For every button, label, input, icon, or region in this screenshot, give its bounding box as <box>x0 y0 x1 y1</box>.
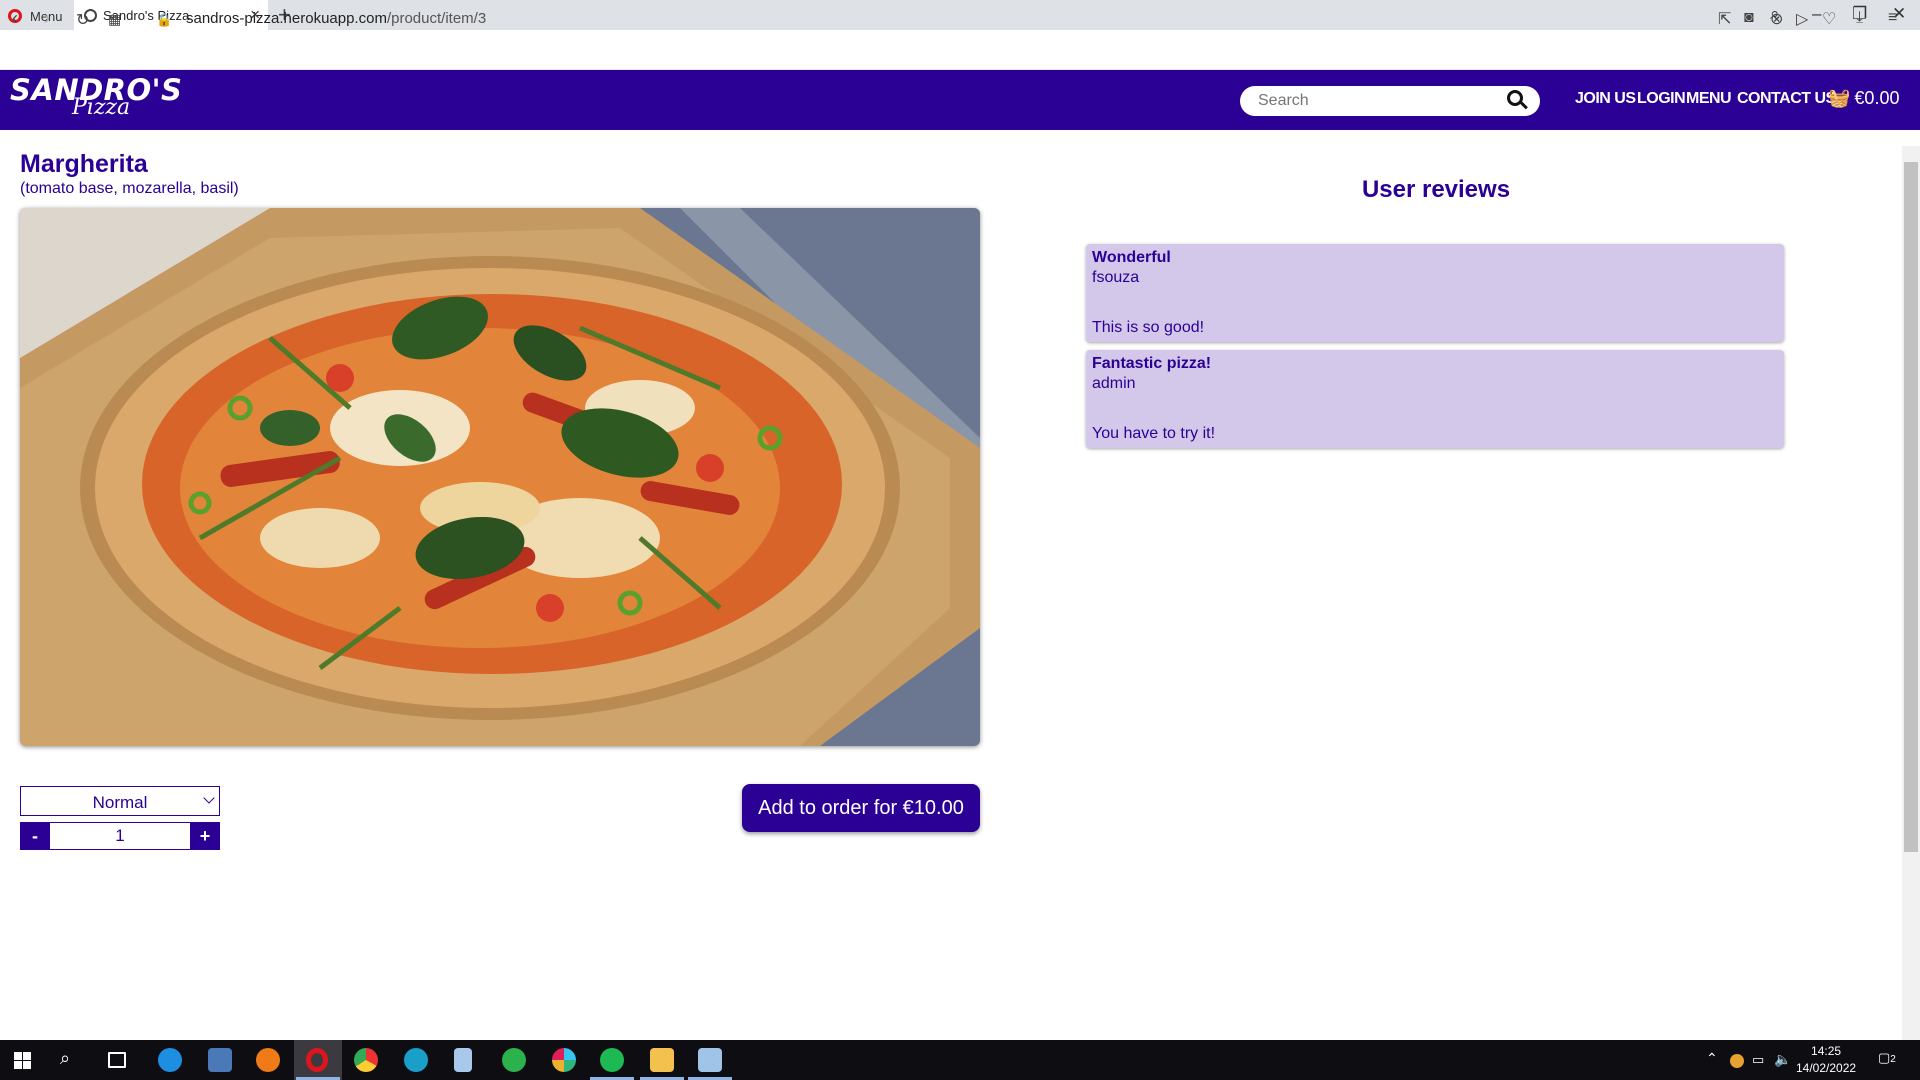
clock-date: 14/02/2022 <box>1796 1061 1857 1075</box>
app-icon[interactable] <box>208 1048 232 1072</box>
review-author: fsouza <box>1092 269 1140 286</box>
nav-join-us[interactable]: JOIN US <box>1575 90 1636 108</box>
spotify-icon[interactable] <box>600 1048 624 1072</box>
scrollbar-thumb[interactable] <box>1904 162 1918 852</box>
task-view-icon[interactable] <box>108 1052 126 1068</box>
size-select[interactable]: Normal <box>20 786 220 816</box>
product-description: (tomato base, mozarella, basil) <box>20 180 239 197</box>
send-icon[interactable]: ▷ <box>1796 9 1808 29</box>
tray-expand-icon[interactable]: ⌃ <box>1706 1050 1718 1074</box>
opera-icon[interactable] <box>306 1048 328 1072</box>
slack-icon[interactable] <box>552 1048 576 1072</box>
taskbar <box>0 1040 1920 1080</box>
search-input[interactable] <box>1240 86 1540 116</box>
product-title: Margherita <box>20 150 148 178</box>
firefox-icon[interactable] <box>256 1048 280 1072</box>
edge-icon[interactable] <box>404 1048 428 1072</box>
taskbar-clock[interactable]: 14:25 14/02/2022 <box>1796 1043 1856 1077</box>
whatsapp-icon[interactable] <box>502 1048 526 1072</box>
adblock-icon[interactable]: ⊗ <box>1770 9 1783 29</box>
pizza-image <box>20 208 980 746</box>
forward-icon[interactable]: › <box>44 8 50 29</box>
lock-icon: 🔒 <box>156 12 173 27</box>
notification-center-icon[interactable]: ▢2 <box>1878 1050 1896 1074</box>
site-logo[interactable]: SANDRO'S Pizza <box>10 75 182 119</box>
quantity-increase-button[interactable]: + <box>190 822 220 850</box>
url-host: sandros-pizza.herokuapp.com <box>186 10 387 27</box>
chrome-icon[interactable] <box>354 1048 378 1072</box>
volume-icon[interactable]: 🔈 <box>1774 1051 1791 1075</box>
back-icon[interactable]: ‹ <box>12 8 18 29</box>
file-explorer-icon[interactable] <box>650 1048 674 1072</box>
snapshot-icon[interactable]: ◙ <box>1744 9 1754 27</box>
bookmark-heart-icon[interactable]: ♡ <box>1822 9 1836 29</box>
nav-login[interactable]: LOGIN <box>1637 90 1686 108</box>
basket-icon: 🧺 <box>1828 88 1851 108</box>
reload-icon[interactable]: ↻ <box>76 10 89 30</box>
tray-app-icon[interactable] <box>1730 1054 1744 1068</box>
review-body: You have to try it! <box>1092 425 1216 442</box>
add-to-order-button[interactable]: Add to order for €10.00 <box>742 784 980 832</box>
cart-button[interactable]: 🧺 €0.00 <box>1828 88 1899 109</box>
cart-total: €0.00 <box>1854 88 1900 108</box>
review-title: Fantastic pizza! <box>1092 355 1212 372</box>
speed-dial-icon[interactable]: ▦ <box>108 11 121 28</box>
address-bar <box>0 30 1920 70</box>
ie-icon[interactable] <box>158 1048 182 1072</box>
review-title: Wonderful <box>1092 249 1171 266</box>
notification-count: 2 <box>1890 1054 1896 1065</box>
review-author: admin <box>1092 375 1136 392</box>
easy-setup-icon[interactable]: ≡ <box>1888 9 1897 27</box>
quantity-input[interactable] <box>50 822 190 850</box>
notepad-icon[interactable] <box>454 1048 472 1072</box>
taskbar-search-icon[interactable]: ⌕ <box>60 1048 70 1072</box>
clock-time: 14:25 <box>1811 1044 1842 1058</box>
url-path: /product/item/3 <box>386 10 487 27</box>
review-card: Wonderful fsouza This is so good! <box>1086 244 1784 342</box>
reviews-heading: User reviews <box>1361 176 1511 203</box>
app-icon[interactable] <box>698 1048 722 1072</box>
download-icon[interactable]: ⤓ <box>1856 9 1863 27</box>
review-body: This is so good! <box>1092 319 1205 336</box>
pizza-illustration <box>20 208 980 746</box>
nav-contact-us[interactable]: CONTACT US <box>1737 90 1836 108</box>
windows-start-icon[interactable] <box>14 1052 31 1069</box>
quantity-decrease-button[interactable]: - <box>20 822 50 850</box>
review-card: Fantastic pizza! admin You have to try i… <box>1086 350 1784 448</box>
minimize-icon[interactable]: – <box>1812 4 1821 24</box>
network-icon[interactable]: ▭ <box>1752 1052 1764 1076</box>
url-field[interactable]: sandros-pizza.herokuapp.com/product/item… <box>186 10 486 27</box>
nav-menu[interactable]: MENU <box>1686 90 1732 108</box>
search-icon[interactable] <box>1507 90 1523 106</box>
share-icon[interactable]: ⇱ <box>1718 9 1731 29</box>
